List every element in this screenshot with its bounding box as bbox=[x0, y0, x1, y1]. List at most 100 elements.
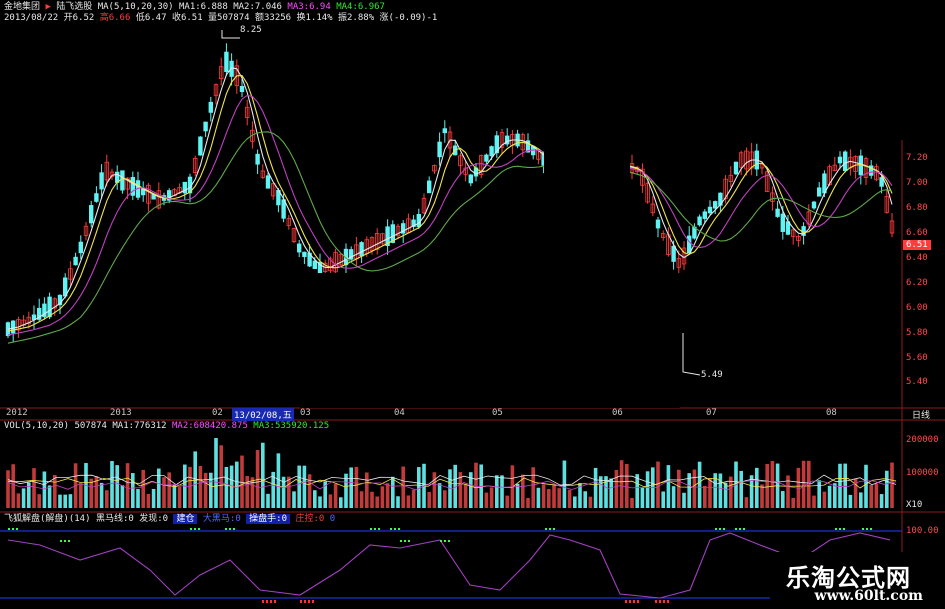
signal-dot bbox=[739, 528, 741, 530]
signal-dot bbox=[629, 600, 631, 603]
volume-bar bbox=[744, 497, 749, 508]
volume-bar bbox=[333, 483, 338, 508]
signal-dot bbox=[194, 528, 196, 530]
candle-body bbox=[94, 193, 99, 202]
price-tick: 5.80 bbox=[906, 328, 928, 338]
candle-body bbox=[733, 161, 739, 175]
volume-bar bbox=[619, 460, 624, 508]
volume-bar bbox=[437, 483, 442, 508]
price-tick: 7.00 bbox=[906, 178, 928, 188]
candle-body bbox=[811, 201, 817, 209]
candle-body bbox=[265, 175, 271, 189]
volume-bar bbox=[843, 463, 847, 508]
signal-dot bbox=[229, 528, 231, 530]
volume-bar bbox=[125, 463, 130, 508]
candle-body bbox=[671, 245, 676, 262]
discover-value: 发现:0 bbox=[139, 514, 169, 524]
date-tick: 2013 bbox=[110, 408, 132, 418]
volume-bar bbox=[11, 464, 15, 508]
candle-body bbox=[702, 211, 707, 219]
signal-dot bbox=[198, 528, 200, 530]
vol-ma1: MA1:776312 bbox=[112, 421, 167, 431]
signal-dot bbox=[12, 528, 14, 530]
volume-bar bbox=[79, 483, 83, 508]
volume-bar bbox=[677, 469, 681, 508]
high-price-label: 8.25 bbox=[240, 25, 262, 35]
low-price-label: 5.49 bbox=[701, 370, 723, 380]
volume-bar bbox=[47, 485, 52, 508]
signal-dot bbox=[862, 528, 864, 530]
vol-value: 507874 bbox=[74, 421, 107, 431]
volume-bar bbox=[656, 461, 660, 508]
volume-bar bbox=[162, 477, 166, 508]
volume-bar bbox=[110, 461, 114, 508]
volume-bar bbox=[53, 475, 57, 508]
volume-bar bbox=[209, 472, 213, 508]
candle-body bbox=[302, 251, 307, 258]
signal-dot bbox=[304, 600, 306, 603]
volume-bar bbox=[235, 461, 239, 508]
volume-bar bbox=[146, 493, 151, 508]
volume-bar bbox=[495, 475, 499, 508]
volume-bar bbox=[63, 494, 67, 508]
signal-dot bbox=[262, 600, 264, 603]
volume-bar bbox=[292, 491, 296, 508]
candle-body bbox=[687, 235, 692, 253]
volume-bar bbox=[786, 475, 790, 508]
volume-bar bbox=[635, 474, 639, 508]
date-axis: 2012 2013 02 03 04 05 06 07 08 13/02/08,… bbox=[0, 408, 930, 421]
volume-bar bbox=[593, 467, 598, 508]
volume-bar bbox=[500, 475, 504, 508]
signal-dot bbox=[274, 600, 276, 603]
volume-bar bbox=[432, 472, 437, 508]
volume-bar bbox=[703, 485, 707, 508]
indicator-name[interactable]: 飞狐解盘(解盘)(14) bbox=[4, 514, 91, 524]
signal-dot bbox=[553, 528, 555, 530]
signal-dot bbox=[390, 528, 392, 530]
volume-bar bbox=[177, 486, 182, 508]
volume-bar bbox=[822, 491, 827, 508]
volume-bar bbox=[21, 488, 26, 508]
volume-bar bbox=[770, 460, 775, 508]
candle-body bbox=[255, 153, 260, 165]
candle-body bbox=[99, 172, 104, 190]
volume-bar bbox=[37, 494, 41, 508]
volume-bar bbox=[791, 497, 795, 508]
candle-body bbox=[697, 216, 702, 226]
price-tick: 6.60 bbox=[906, 228, 928, 238]
volume-bar bbox=[266, 493, 270, 508]
volume-bar bbox=[588, 496, 593, 508]
watermark-url: www.60lt.com bbox=[814, 588, 923, 604]
signal-dot bbox=[545, 528, 547, 530]
date-tick: 05 bbox=[492, 408, 503, 418]
signal-dot bbox=[735, 528, 737, 530]
volume-bar bbox=[245, 475, 249, 508]
signal-dot bbox=[743, 528, 745, 530]
indicator-tag: 庄控:0 bbox=[295, 514, 325, 524]
date-tick: 2012 bbox=[6, 408, 28, 418]
candle-body bbox=[817, 187, 822, 197]
signal-dot bbox=[667, 600, 669, 603]
volume-bar bbox=[625, 464, 629, 508]
volume-bar bbox=[692, 469, 697, 508]
date-tick: 08 bbox=[826, 408, 837, 418]
signal-dot bbox=[408, 540, 410, 542]
volume-bar bbox=[359, 491, 364, 508]
candle-body bbox=[208, 101, 213, 113]
signal-dot bbox=[448, 540, 450, 542]
price-tick: 6.80 bbox=[906, 203, 928, 213]
volume-bar bbox=[812, 495, 816, 508]
volume-bar bbox=[817, 480, 821, 508]
volume-bar bbox=[864, 464, 868, 508]
signal-dot bbox=[374, 528, 376, 530]
candle-body bbox=[359, 242, 364, 257]
indicator-tag: 建仓 bbox=[173, 514, 198, 524]
signal-dot bbox=[312, 600, 314, 603]
candle-body bbox=[73, 256, 78, 266]
date-tick: 06 bbox=[612, 408, 623, 418]
indicator-header: 飞狐解盘(解盘)(14) 黑马线:0 发现:0 建仓 大黑马:0 操盘手:0 庄… bbox=[4, 514, 335, 525]
signal-dot bbox=[839, 528, 841, 530]
volume-bar bbox=[261, 442, 265, 508]
volume-bar bbox=[599, 476, 603, 508]
candle-body bbox=[47, 296, 52, 318]
